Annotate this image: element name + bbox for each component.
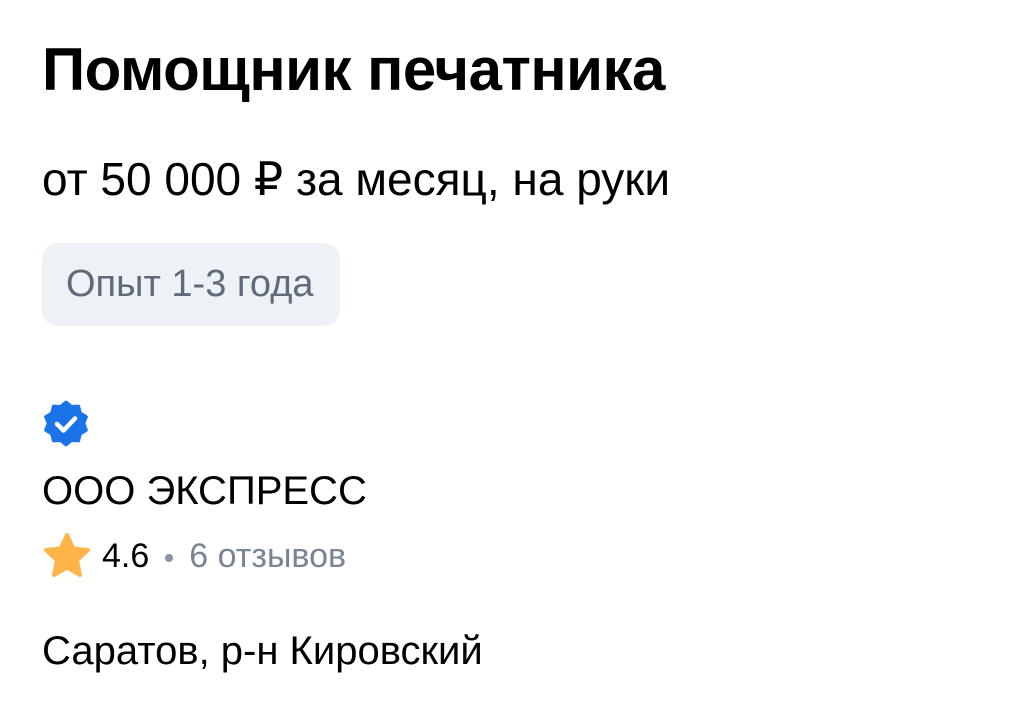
experience-label: Опыт 1-3 года bbox=[66, 263, 314, 305]
rating-value: 4.6 bbox=[102, 536, 150, 575]
salary-text: от 50 000 ₽ за месяц, на руки bbox=[42, 153, 671, 205]
experience-chip: Опыт 1-3 года bbox=[42, 243, 340, 326]
vacancy-card: Помощник печатника от 50 000 ₽ за месяц,… bbox=[42, 0, 994, 701]
location-address: Саратов, р-н Кировский bbox=[42, 629, 483, 673]
company-name[interactable]: ООО ЭКСПРЕСС bbox=[42, 466, 367, 516]
star-icon bbox=[44, 533, 90, 577]
vacancy-title[interactable]: Помощник печатника bbox=[42, 34, 665, 106]
reviews-link[interactable]: 6 отзывов bbox=[189, 537, 346, 576]
separator-dot bbox=[165, 554, 174, 562]
verified-badge-icon bbox=[44, 400, 88, 447]
rating-row: 4.6 6 отзывов bbox=[42, 532, 346, 580]
